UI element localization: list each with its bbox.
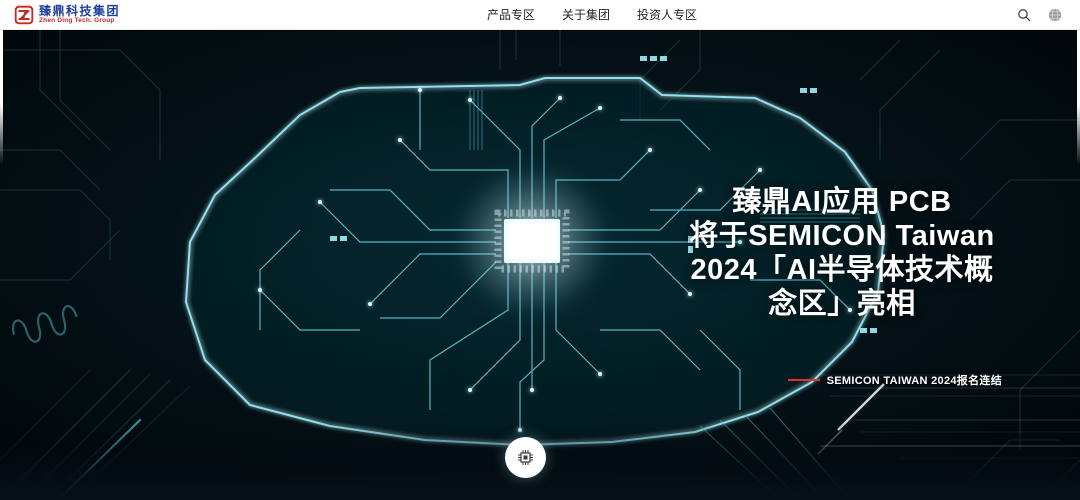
semicon-registration-link[interactable]: SEMICON TAIWAN 2024报名连结 xyxy=(787,372,1002,388)
page-edge-gap-left xyxy=(0,30,3,165)
nav-item-products[interactable]: 产品专区 xyxy=(487,6,535,23)
globe-language-icon[interactable] xyxy=(1048,7,1062,22)
headline-line-1: 臻鼎AI应用 PCB xyxy=(732,186,952,218)
logo-text: 臻鼎科技集团 Zhen Ding Tech. Group xyxy=(39,5,120,25)
headline-line-4: 念区」亮相 xyxy=(768,288,916,320)
nav-item-about[interactable]: 关于集团 xyxy=(562,6,610,23)
nav-item-investors[interactable]: 投资人专区 xyxy=(637,6,697,23)
headline-line-2: 将于SEMICON Taiwan xyxy=(689,220,995,252)
cpu-chip-icon xyxy=(518,450,533,465)
logo-title-zh: 臻鼎科技集团 xyxy=(39,3,121,18)
logo-subtitle-en: Zhen Ding Tech. Group xyxy=(39,16,115,24)
hero-headline: 臻鼎AI应用 PCB 将于SEMICON Taiwan 2024「AI半导体技术… xyxy=(672,185,1012,321)
site-header: 臻鼎科技集团 Zhen Ding Tech. Group 产品专区 关于集团 投… xyxy=(0,0,1080,30)
red-accent-dash xyxy=(787,379,820,381)
hero-banner: 臻鼎AI应用 PCB 将于SEMICON Taiwan 2024「AI半导体技术… xyxy=(0,30,1080,500)
registration-link-label: SEMICON TAIWAN 2024报名连结 xyxy=(826,375,1002,387)
search-icon[interactable] xyxy=(1017,8,1031,22)
scroll-down-chip-button[interactable] xyxy=(505,437,546,478)
zd-logo-icon xyxy=(14,5,34,24)
headline-line-3: 2024「AI半导体技术概 xyxy=(690,254,994,286)
header-icons xyxy=(1017,7,1066,22)
main-nav: 产品专区 关于集团 投资人专区 xyxy=(487,0,697,29)
brand-logo[interactable]: 臻鼎科技集团 Zhen Ding Tech. Group xyxy=(14,5,120,25)
